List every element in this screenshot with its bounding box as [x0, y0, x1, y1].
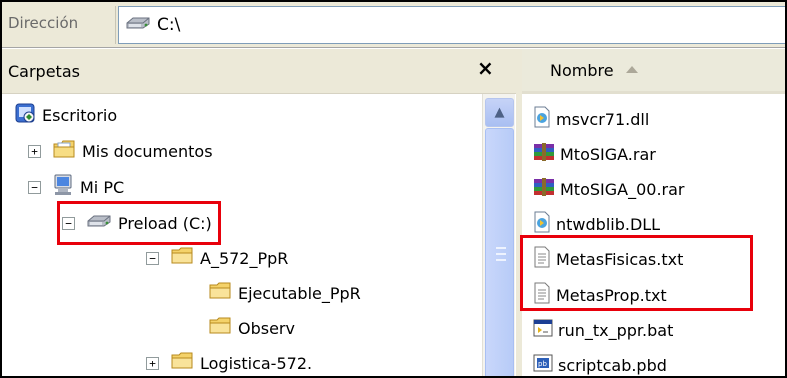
- tree-item-label: Ejecutable_PpR: [238, 283, 361, 303]
- tree-item-mi-pc[interactable]: − Mi PC: [28, 170, 124, 204]
- tree-item-label: Escritorio: [42, 105, 118, 125]
- address-label: Dirección: [8, 14, 79, 32]
- tree-item-mis-documentos[interactable]: + Mis documentos: [28, 134, 213, 168]
- file-name: ntwdblib.DLL: [556, 214, 661, 234]
- sort-ascending-icon: [626, 66, 638, 73]
- folder-icon: [208, 281, 232, 305]
- tree-item-label: Logistica-572.: [200, 353, 313, 373]
- tree-item-label: Mi PC: [80, 177, 125, 197]
- folders-title: Carpetas: [8, 62, 80, 81]
- highlight-box-txt-files: [520, 235, 753, 311]
- tree-item-logistica-572[interactable]: + Logistica-572.: [146, 346, 313, 376]
- file-item-scriptcab[interactable]: pb scriptcab.pbd: [532, 348, 667, 376]
- folder-icon: [170, 351, 194, 375]
- dll-icon: [532, 211, 552, 237]
- file-item-msvcr71[interactable]: msvcr71.dll: [532, 102, 649, 136]
- folder-documents-icon: [52, 138, 76, 164]
- file-item-mtosiga-rar[interactable]: MtoSIGA.rar: [532, 137, 656, 171]
- tree-item-a-572-ppr[interactable]: − A_572_PpR: [146, 241, 288, 275]
- svg-text:pb: pb: [538, 360, 547, 368]
- tree-item-label: A_572_PpR: [200, 248, 289, 268]
- my-computer-icon: [52, 173, 74, 201]
- tree-item-label: Observ: [238, 318, 295, 338]
- address-field[interactable]: C:\: [118, 6, 785, 44]
- explorer-window: Dirección C:\ Carpetas × Escritorio + Mi…: [0, 0, 787, 378]
- pbd-file-icon: pb: [532, 352, 554, 376]
- scroll-grip-icon: [496, 247, 506, 261]
- file-name: scriptcab.pbd: [558, 355, 667, 375]
- hard-drive-icon: [86, 212, 112, 234]
- folder-icon: [208, 316, 232, 340]
- tree-item-observ[interactable]: Observ: [208, 311, 295, 345]
- collapse-toggle[interactable]: −: [28, 180, 41, 194]
- tree-item-ejecutable-ppr[interactable]: Ejecutable_PpR: [208, 276, 361, 310]
- file-name: run_tx_ppr.bat: [558, 320, 674, 340]
- collapse-toggle[interactable]: −: [146, 251, 159, 265]
- file-name: MtoSIGA_00.rar: [560, 179, 685, 199]
- address-bar: Dirección C:\: [2, 2, 785, 48]
- folder-icon: [170, 246, 194, 270]
- desktop-icon: [14, 102, 36, 128]
- tree-item-preload-c[interactable]: − Preload (C:): [57, 201, 221, 245]
- address-separator: [115, 6, 116, 44]
- scroll-thumb[interactable]: [485, 128, 514, 376]
- expand-toggle[interactable]: +: [146, 356, 159, 370]
- scroll-up-button[interactable]: ▲: [485, 98, 514, 127]
- file-name: MtoSIGA.rar: [560, 144, 656, 164]
- hard-drive-icon: [125, 14, 151, 36]
- batch-file-icon: [532, 317, 554, 343]
- folders-tree: Escritorio + Mis documentos − Mi PC − Pr…: [2, 94, 516, 376]
- rar-icon: [532, 177, 556, 201]
- folders-scrollbar[interactable]: ▲: [482, 94, 515, 376]
- address-path: C:\: [157, 15, 181, 35]
- file-item-run-tx-ppr[interactable]: run_tx_ppr.bat: [532, 313, 673, 347]
- folders-pane-header: Carpetas ×: [2, 49, 516, 94]
- tree-item-label: Mis documentos: [82, 141, 213, 161]
- collapse-toggle[interactable]: −: [62, 216, 75, 230]
- rar-icon: [532, 142, 556, 166]
- tree-item-escritorio[interactable]: Escritorio: [14, 98, 117, 132]
- file-item-mtosiga-00-rar[interactable]: MtoSIGA_00.rar: [532, 172, 685, 206]
- files-column-header[interactable]: Nombre: [522, 49, 785, 94]
- close-folders-button[interactable]: ×: [477, 58, 494, 78]
- tree-item-label: Preload (C:): [118, 213, 212, 233]
- dll-icon: [532, 106, 552, 132]
- file-name: msvcr71.dll: [556, 109, 650, 129]
- column-nombre[interactable]: Nombre: [550, 61, 614, 80]
- expand-toggle[interactable]: +: [28, 144, 41, 158]
